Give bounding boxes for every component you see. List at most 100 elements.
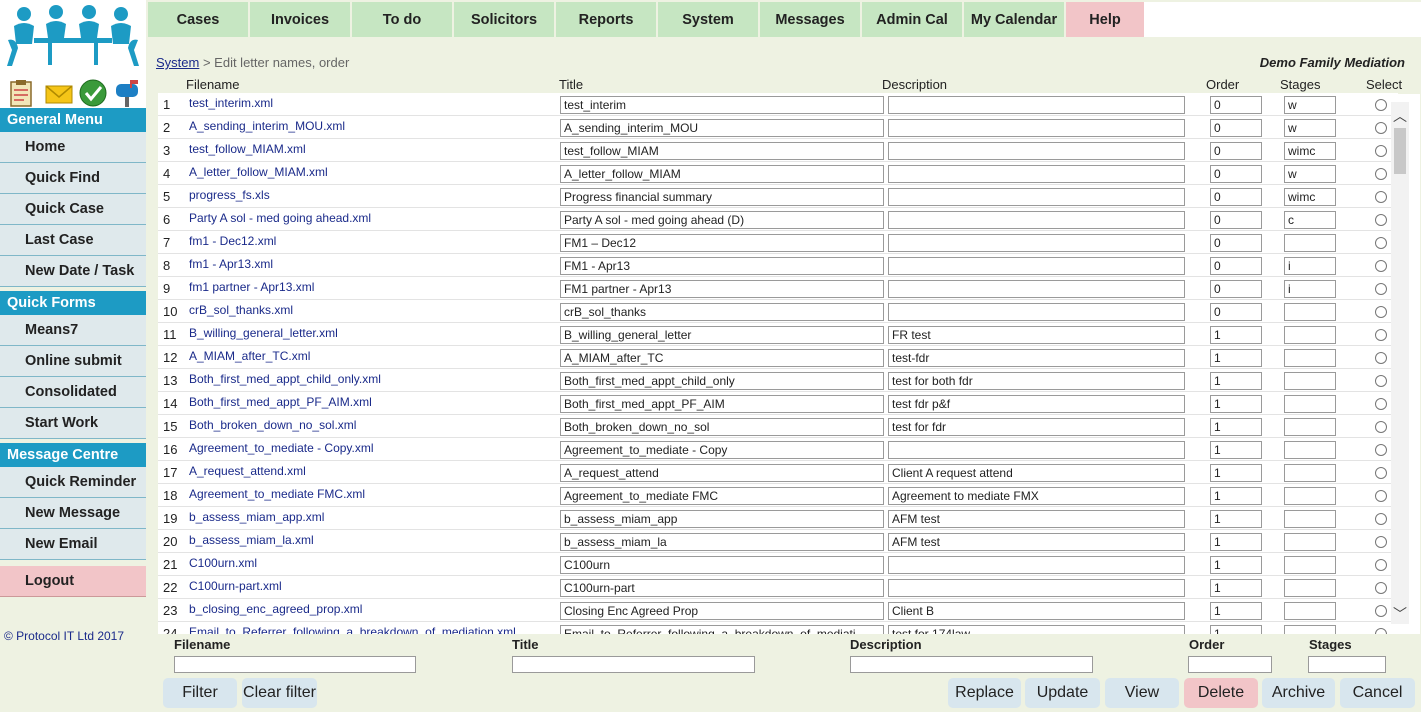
stages-input[interactable] [1284,487,1336,505]
tab-todo[interactable]: To do [352,2,452,37]
sidebar-item-start-work[interactable]: Start Work [0,408,146,439]
stages-input[interactable] [1284,625,1336,634]
select-radio[interactable] [1375,582,1387,594]
clipboard-icon[interactable] [6,78,36,108]
description-input[interactable] [888,257,1185,275]
filename-link[interactable]: test_interim.xml [189,96,273,110]
order-input[interactable] [1210,510,1262,528]
update-button[interactable]: Update [1025,678,1100,708]
sidebar-item-new-date-task[interactable]: New Date / Task [0,256,146,287]
select-radio[interactable] [1375,628,1387,634]
description-input[interactable] [888,441,1185,459]
sidebar-item-quick-case[interactable]: Quick Case [0,194,146,225]
filename-link[interactable]: A_sending_interim_MOU.xml [189,119,345,133]
select-radio[interactable] [1375,168,1387,180]
cancel-button[interactable]: Cancel [1340,678,1415,708]
order-input[interactable] [1210,418,1262,436]
title-input[interactable] [560,625,884,634]
sidebar-item-new-message[interactable]: New Message [0,498,146,529]
select-radio[interactable] [1375,490,1387,502]
description-input[interactable] [888,142,1185,160]
description-input[interactable] [888,188,1185,206]
filename-link[interactable]: crB_sol_thanks.xml [189,303,293,317]
select-radio[interactable] [1375,260,1387,272]
filename-link[interactable]: Email_to_Referrer_following_a_breakdown_… [189,625,516,634]
filename-link[interactable]: progress_fs.xls [189,188,270,202]
order-input[interactable] [1210,602,1262,620]
order-input[interactable] [1210,533,1262,551]
clear-filter-button[interactable]: Clear filter [242,678,317,708]
order-input[interactable] [1210,326,1262,344]
stages-input[interactable] [1284,441,1336,459]
order-input[interactable] [1210,372,1262,390]
filename-link[interactable]: Party A sol - med going ahead.xml [189,211,371,225]
sidebar-item-last-case[interactable]: Last Case [0,225,146,256]
view-button[interactable]: View [1105,678,1179,708]
filename-link[interactable]: A_request_attend.xml [189,464,306,478]
stages-input[interactable] [1284,165,1336,183]
tab-reports[interactable]: Reports [556,2,656,37]
title-input[interactable] [560,188,884,206]
description-input[interactable] [888,326,1185,344]
stages-input[interactable] [1284,211,1336,229]
order-input[interactable] [1210,165,1262,183]
filename-link[interactable]: A_MIAM_after_TC.xml [189,349,310,363]
sidebar-item-new-email[interactable]: New Email [0,529,146,560]
scrollbar-thumb[interactable] [1394,128,1406,174]
title-input[interactable] [560,510,884,528]
title-input[interactable] [560,464,884,482]
scroll-up-icon[interactable]: ︿ [1391,106,1409,124]
title-input[interactable] [560,533,884,551]
sidebar-item-consolidated[interactable]: Consolidated [0,377,146,408]
description-input[interactable] [888,119,1185,137]
stages-input[interactable] [1284,188,1336,206]
stages-input[interactable] [1284,372,1336,390]
stages-input[interactable] [1284,395,1336,413]
scroll-down-icon[interactable]: ﹀ [1391,604,1409,622]
stages-input[interactable] [1284,349,1336,367]
select-radio[interactable] [1375,444,1387,456]
title-input[interactable] [560,211,884,229]
sidebar-item-online-submit[interactable]: Online submit [0,346,146,377]
filter-title-input[interactable] [512,656,755,673]
order-input[interactable] [1210,395,1262,413]
filter-stages-input[interactable] [1308,656,1386,673]
order-input[interactable] [1210,556,1262,574]
order-input[interactable] [1210,464,1262,482]
order-input[interactable] [1210,257,1262,275]
description-input[interactable] [888,625,1185,634]
title-input[interactable] [560,487,884,505]
filename-link[interactable]: Agreement_to_mediate - Copy.xml [189,441,374,455]
filter-description-input[interactable] [850,656,1093,673]
breadcrumb-link-system[interactable]: System [156,55,199,70]
filename-link[interactable]: fm1 partner - Apr13.xml [189,280,314,294]
select-radio[interactable] [1375,513,1387,525]
stages-input[interactable] [1284,579,1336,597]
replace-button[interactable]: Replace [948,678,1021,708]
description-input[interactable] [888,556,1185,574]
select-radio[interactable] [1375,191,1387,203]
title-input[interactable] [560,96,884,114]
table-scrollbar[interactable]: ︿ ﹀ [1391,102,1409,624]
description-input[interactable] [888,464,1185,482]
mailbox-icon[interactable] [112,78,142,108]
filename-link[interactable]: B_willing_general_letter.xml [189,326,338,340]
select-radio[interactable] [1375,145,1387,157]
stages-input[interactable] [1284,280,1336,298]
select-radio[interactable] [1375,559,1387,571]
select-radio[interactable] [1375,99,1387,111]
order-input[interactable] [1210,303,1262,321]
stages-input[interactable] [1284,96,1336,114]
title-input[interactable] [560,165,884,183]
order-input[interactable] [1210,142,1262,160]
select-radio[interactable] [1375,122,1387,134]
select-radio[interactable] [1375,375,1387,387]
description-input[interactable] [888,280,1185,298]
order-input[interactable] [1210,487,1262,505]
title-input[interactable] [560,395,884,413]
filename-link[interactable]: A_letter_follow_MIAM.xml [189,165,328,179]
stages-input[interactable] [1284,119,1336,137]
description-input[interactable] [888,418,1185,436]
title-input[interactable] [560,142,884,160]
select-radio[interactable] [1375,605,1387,617]
